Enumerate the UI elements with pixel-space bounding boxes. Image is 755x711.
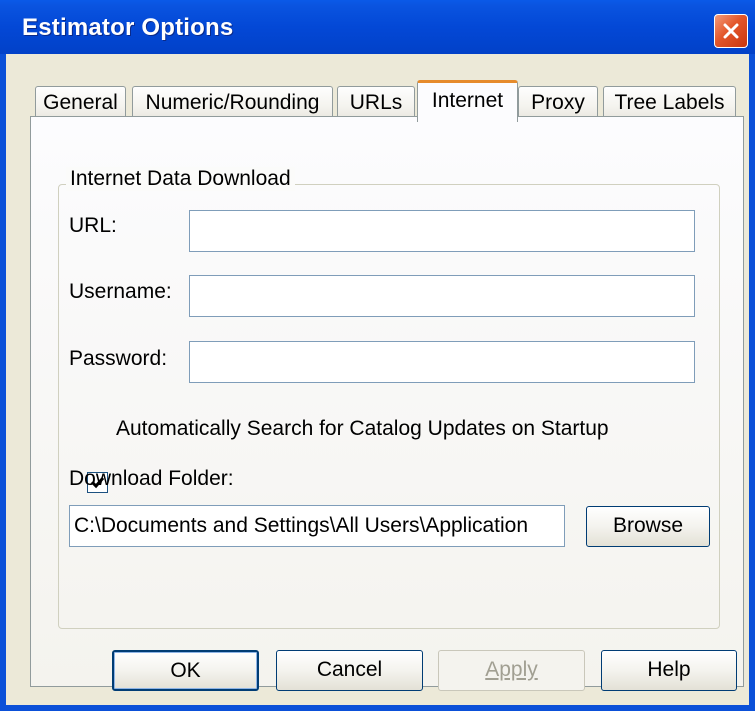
url-label: URL: bbox=[69, 214, 117, 237]
dialog-client-area: General Numeric/Rounding URLs Internet P… bbox=[6, 54, 749, 705]
download-folder-input[interactable] bbox=[69, 505, 565, 547]
cancel-button[interactable]: Cancel bbox=[276, 650, 423, 691]
close-icon bbox=[723, 23, 739, 39]
close-button[interactable] bbox=[714, 14, 748, 48]
download-folder-label: Download Folder: bbox=[69, 467, 234, 490]
tab-internet[interactable]: Internet bbox=[417, 80, 518, 122]
url-input[interactable] bbox=[189, 210, 695, 252]
password-label: Password: bbox=[69, 347, 168, 370]
help-button[interactable]: Help bbox=[601, 650, 737, 691]
tab-proxy[interactable]: Proxy bbox=[518, 86, 598, 120]
group-title: Internet Data Download bbox=[66, 167, 295, 191]
apply-button-label: Apply bbox=[485, 658, 538, 681]
tab-general[interactable]: General bbox=[35, 86, 126, 120]
dialog-window: Estimator Options General Numeric/Roundi… bbox=[0, 0, 755, 711]
tab-urls[interactable]: URLs bbox=[337, 86, 415, 120]
username-label: Username: bbox=[69, 280, 172, 303]
window-title: Estimator Options bbox=[22, 14, 234, 41]
tab-tree-labels[interactable]: Tree Labels bbox=[603, 86, 736, 120]
username-input[interactable] bbox=[189, 275, 695, 317]
apply-button[interactable]: Apply bbox=[438, 650, 585, 691]
tab-strip: General Numeric/Rounding URLs Internet P… bbox=[6, 54, 749, 124]
tab-numeric-rounding[interactable]: Numeric/Rounding bbox=[132, 86, 333, 120]
browse-button[interactable]: Browse bbox=[586, 506, 710, 547]
ok-button[interactable]: OK bbox=[112, 650, 259, 691]
auto-search-label[interactable]: Automatically Search for Catalog Updates… bbox=[116, 417, 609, 441]
title-bar[interactable]: Estimator Options bbox=[0, 0, 755, 54]
password-input[interactable] bbox=[189, 341, 695, 383]
